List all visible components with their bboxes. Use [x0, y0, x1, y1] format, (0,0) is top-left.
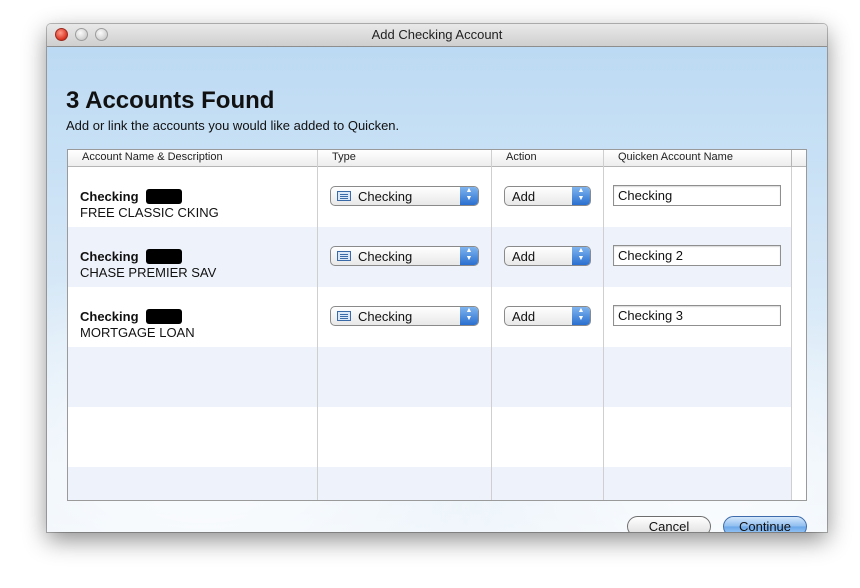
action-popup[interactable]: Add ▲ ▼ — [504, 246, 591, 266]
quicken-account-name-field[interactable]: Checking — [613, 185, 781, 206]
up-down-arrows-icon: ▲ ▼ — [572, 247, 590, 265]
column-divider — [317, 150, 318, 500]
up-down-arrows-icon: ▲ ▼ — [460, 307, 478, 325]
action-value: Add — [512, 309, 536, 324]
redacted-account-number — [146, 189, 182, 204]
table-header: Account Name & Description Type Action Q… — [68, 150, 806, 167]
empty-table-row — [68, 347, 791, 407]
page-subtitle: Add or link the accounts you would like … — [66, 118, 400, 133]
empty-table-row — [68, 407, 791, 467]
account-type-value: Checking — [358, 189, 413, 204]
up-down-arrows-icon: ▲ ▼ — [572, 187, 590, 205]
account-name: Checking — [80, 309, 139, 324]
dialog-window: Add Checking Account 3 Accounts Found Ad… — [47, 24, 827, 532]
ledger-icon — [337, 251, 351, 261]
action-value: Add — [512, 189, 536, 204]
window-title: Add Checking Account — [371, 27, 503, 42]
column-header-type[interactable]: Type — [332, 151, 356, 163]
account-description: FREE CLASSIC CKING — [80, 205, 219, 220]
empty-table-row — [68, 467, 791, 500]
vertical-scrollbar[interactable] — [791, 167, 806, 500]
account-type-popup[interactable]: Checking ▲ ▼ — [330, 306, 479, 326]
account-type-value: Checking — [358, 249, 413, 264]
action-value: Add — [512, 249, 536, 264]
column-divider — [491, 150, 492, 500]
action-popup[interactable]: Add ▲ ▼ — [504, 306, 591, 326]
dialog-content: 3 Accounts Found Add or link the account… — [47, 47, 827, 532]
ledger-icon — [337, 191, 351, 201]
account-type-popup[interactable]: Checking ▲ ▼ — [330, 186, 479, 206]
account-type-popup[interactable]: Checking ▲ ▼ — [330, 246, 479, 266]
quicken-account-name-field[interactable]: Checking 3 — [613, 305, 781, 326]
table-row[interactable]: Checking MORTGAGE LOAN Checking ▲ ▼ Add ▲… — [68, 287, 791, 347]
column-header-quicken-name[interactable]: Quicken Account Name — [618, 151, 733, 163]
continue-button[interactable]: Continue — [723, 516, 807, 532]
column-divider — [603, 150, 604, 500]
account-description: MORTGAGE LOAN — [80, 325, 195, 340]
column-header-account-name[interactable]: Account Name & Description — [82, 151, 223, 163]
up-down-arrows-icon: ▲ ▼ — [460, 187, 478, 205]
table-row[interactable]: Checking CHASE PREMIER SAV Checking ▲ ▼ A… — [68, 227, 791, 287]
account-name: Checking — [80, 189, 139, 204]
quicken-account-name-field[interactable]: Checking 2 — [613, 245, 781, 266]
account-type-value: Checking — [358, 309, 413, 324]
page-title: 3 Accounts Found — [66, 87, 275, 114]
action-popup[interactable]: Add ▲ ▼ — [504, 186, 591, 206]
account-description: CHASE PREMIER SAV — [80, 265, 217, 280]
up-down-arrows-icon: ▲ ▼ — [572, 307, 590, 325]
redacted-account-number — [146, 309, 182, 324]
cancel-button[interactable]: Cancel — [627, 516, 711, 532]
up-down-arrows-icon: ▲ ▼ — [460, 247, 478, 265]
account-name: Checking — [80, 249, 139, 264]
column-header-action[interactable]: Action — [506, 151, 537, 163]
table-row[interactable]: Checking FREE CLASSIC CKING Checking ▲ ▼ … — [68, 167, 791, 227]
accounts-table: Account Name & Description Type Action Q… — [67, 149, 807, 501]
ledger-icon — [337, 311, 351, 321]
header-divider — [791, 150, 792, 166]
redacted-account-number — [146, 249, 182, 264]
title-bar[interactable]: Add Checking Account — [47, 24, 827, 47]
